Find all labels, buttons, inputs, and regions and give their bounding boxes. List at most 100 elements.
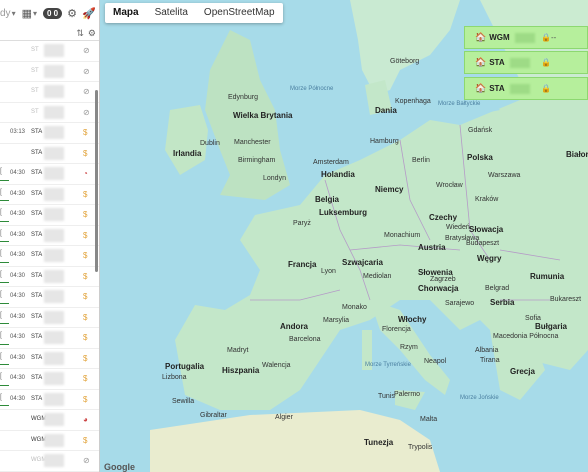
status-icon: $ <box>83 128 88 137</box>
row-bracket: [ <box>0 393 2 401</box>
rocket-icon[interactable]: 🚀 <box>82 7 96 20</box>
list-item[interactable]: WGM ⊘ <box>0 451 100 472</box>
tab-satelita[interactable]: Satelita <box>147 3 196 23</box>
row-redacted <box>44 454 64 467</box>
list-item[interactable]: [04:30 STA $ <box>0 287 100 308</box>
row-bracket: [ <box>0 188 2 196</box>
chevron-down-icon[interactable]: ▾ <box>33 9 37 18</box>
date-selector-text[interactable]: dy <box>0 8 11 19</box>
list-item[interactable]: [04:30 STA ◔ <box>0 164 100 185</box>
status-icon: $ <box>83 394 88 404</box>
status-icon: $ <box>83 435 88 445</box>
lock-icon: 🔒 <box>541 58 551 67</box>
vehicle-list[interactable]: ST ⊘ ST ⊘ ST ⊘ ST ⊘ 03:13 STA $ STA $[04:30 STA ◔[04:3… <box>0 41 100 472</box>
row-redacted <box>44 269 64 283</box>
tab-mapa[interactable]: Mapa <box>105 3 147 23</box>
calendar-icon[interactable]: ▦ <box>22 7 32 20</box>
map-label-austria: Austria <box>418 243 446 252</box>
row-time: 04:30 <box>10 190 26 197</box>
map-label-sofia: Sofia <box>525 315 541 322</box>
status-icon: ⊘ <box>83 87 90 96</box>
row-time: 04:30 <box>10 313 26 320</box>
map-vehicle-card[interactable]: 🏠 STA 🔒 <box>464 77 588 100</box>
list-item[interactable]: [04:30 STA $ <box>0 349 100 369</box>
map-label-bulgaria: Bułgaria <box>535 322 568 331</box>
row-redacted <box>44 249 64 262</box>
map-label-wegry: Węgry <box>477 254 502 263</box>
settings-icon[interactable]: ⚙ <box>88 28 96 39</box>
map-label-gdansk: Gdańsk <box>468 127 493 134</box>
list-item[interactable]: [04:30 STA $ <box>0 308 100 328</box>
map-label-birmingham: Birmingham <box>238 157 276 164</box>
list-item[interactable]: [04:30 STA $ <box>0 390 100 410</box>
gear-icon[interactable]: ⚙ <box>67 7 77 20</box>
map-label-wielka-brytania: Wielka Brytania <box>233 111 293 120</box>
progress-bar <box>0 282 9 283</box>
row-bracket: [ <box>0 291 2 298</box>
row-time: 04:30 <box>10 375 26 381</box>
chevron-down-icon[interactable]: ▾ <box>12 9 16 18</box>
map-label-lizbona: Lizbona <box>162 374 187 381</box>
row-bracket: [ <box>0 168 2 175</box>
row-time: 04:30 <box>10 272 26 279</box>
map-label-lyon: Lyon <box>321 268 336 275</box>
row-redacted <box>44 392 64 406</box>
row-label: STA <box>31 190 43 197</box>
map-label-dublin: Dublin <box>200 140 220 147</box>
home-icon: 🏠 <box>475 57 487 67</box>
list-item[interactable]: [04:30 STA $ <box>0 185 100 205</box>
map-label-czechy: Czechy <box>429 213 458 222</box>
map-vehicle-card[interactable]: 🏠 STA 🔒 <box>464 51 588 74</box>
count-badge[interactable]: 0 0 <box>43 7 63 19</box>
list-item[interactable]: STA $ <box>0 144 100 164</box>
map-label-tunezja: Tunezja <box>364 438 394 447</box>
map-label-hiszpania: Hiszpania <box>222 366 260 375</box>
list-item[interactable]: [04:30 STA $ <box>0 267 100 287</box>
list-item[interactable]: ST ⊘ <box>0 82 100 103</box>
list-scrollbar[interactable] <box>95 90 98 272</box>
sort-icon[interactable]: ⇅ <box>76 28 84 39</box>
list-item[interactable]: ST ⊘ <box>0 62 100 82</box>
card-redacted <box>509 83 530 94</box>
list-item[interactable]: [04:30 STA $ <box>0 205 100 226</box>
map-label-dania: Dania <box>375 106 397 115</box>
list-item[interactable]: [04:30 STA $ <box>0 369 100 390</box>
top-toolbar: dy ▾ ▦ ▾ 0 0 ⚙ 🚀 <box>0 0 100 26</box>
card-redacted <box>514 32 535 43</box>
list-item[interactable]: [04:30 STA $ <box>0 226 100 246</box>
map-label-morze-tyrrenskie: Morze Tyrreńskie <box>365 362 411 368</box>
row-time: 04:30 <box>10 252 26 258</box>
card-suffix: -- <box>551 33 557 42</box>
map-label-irlandia: Irlandia <box>173 149 202 158</box>
row-time: 04:30 <box>10 170 26 176</box>
list-item[interactable]: [04:30 STA $ <box>0 246 100 267</box>
row-bracket: [ <box>0 373 2 380</box>
progress-bar <box>0 302 9 304</box>
status-icon: $ <box>83 333 88 342</box>
map-label-rzym: Rzym <box>400 344 418 351</box>
row-redacted <box>44 146 64 160</box>
map-label-barcelona: Barcelona <box>289 336 321 343</box>
map-label-goteborg: Göteborg <box>390 58 420 65</box>
list-item[interactable]: [04:30 STA $ <box>0 328 100 349</box>
list-item[interactable]: 03:13 STA $ <box>0 123 100 144</box>
status-icon: ⊘ <box>83 66 90 76</box>
row-label: STA <box>31 334 43 340</box>
map-vehicle-card[interactable]: 🏠 WGM 🔒 -- <box>464 26 588 49</box>
row-label: STA <box>31 354 43 361</box>
map-label-berlin: Berlin <box>412 157 430 164</box>
list-item[interactable]: WGM $ <box>0 431 100 451</box>
list-item[interactable]: ST ⊘ <box>0 103 100 123</box>
status-icon: ⊘ <box>83 456 90 465</box>
row-time: 04:30 <box>10 231 26 238</box>
map-label-algier: Algier <box>275 414 293 421</box>
row-redacted <box>44 105 64 119</box>
row-label: STA <box>31 375 43 381</box>
row-time: 03:13 <box>10 129 26 135</box>
status-icon: ◔ <box>83 169 88 178</box>
list-item[interactable]: ST ⊘ <box>0 41 100 62</box>
map-label-londyn: Londyn <box>263 175 286 182</box>
list-item[interactable]: WGM ◕ <box>0 410 100 431</box>
row-label: ST <box>31 108 39 115</box>
tab-openstreetmap[interactable]: OpenStreetMap <box>196 3 283 23</box>
